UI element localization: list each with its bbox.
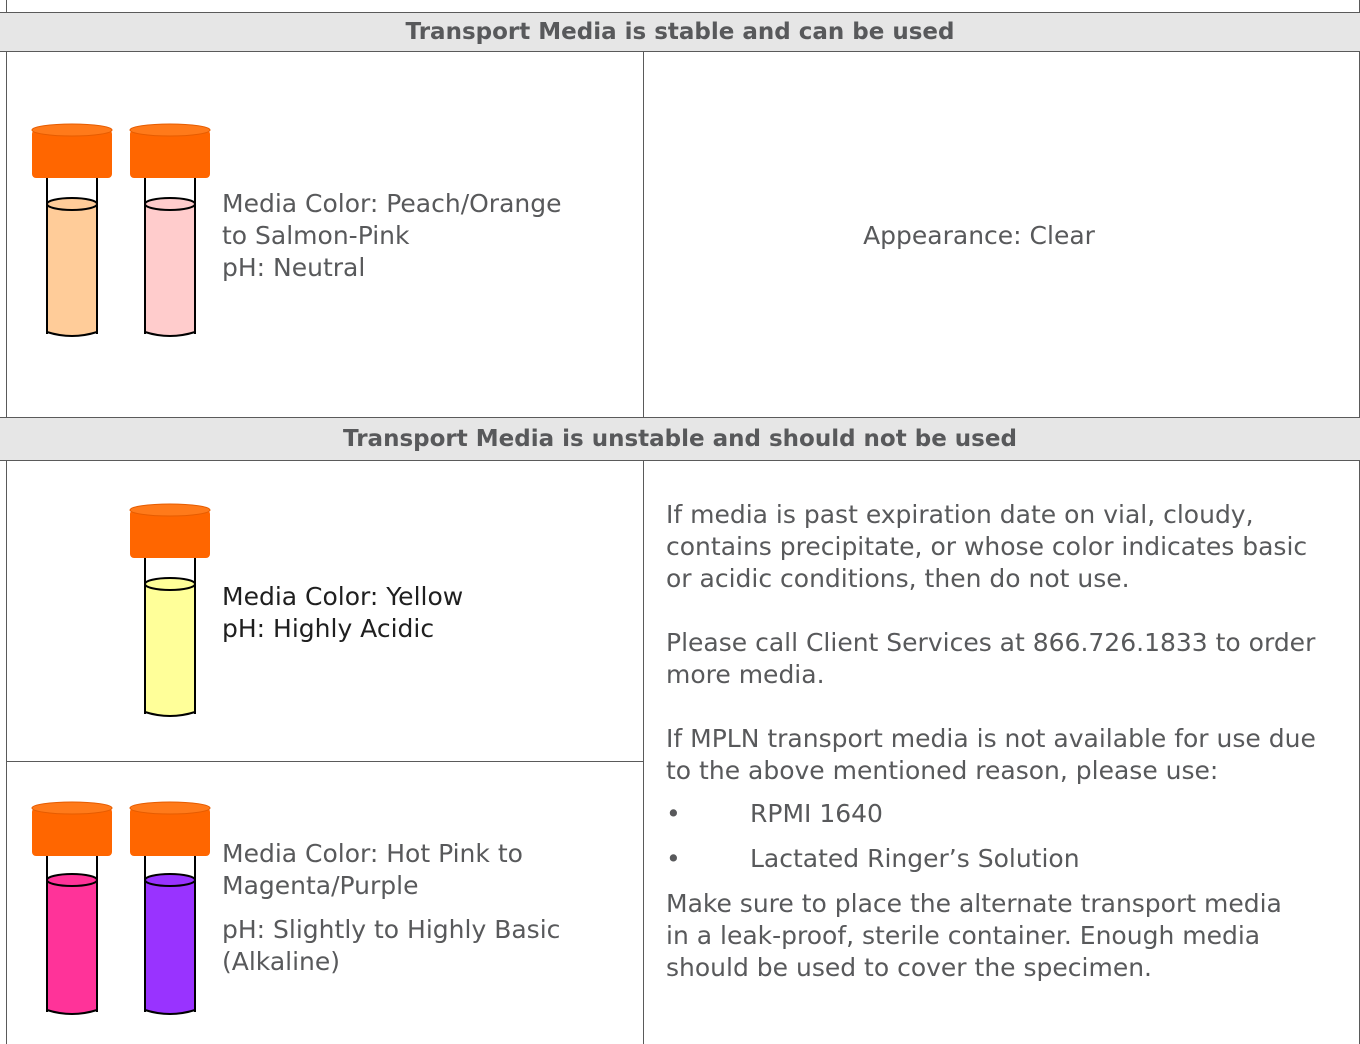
basic-ph-label: pH: Slightly to Highly Basic (Alkaline) xyxy=(222,915,561,976)
basic-media-label: Media Color: Hot Pink to Magenta/Purple xyxy=(222,839,523,900)
stable-header: Transport Media is stable and can be use… xyxy=(0,12,1360,52)
acidic-basic-divider xyxy=(6,761,643,762)
unstable-header: Transport Media is unstable and should n… xyxy=(0,417,1360,461)
instructions-paragraph-1: If media is past expiration date on vial… xyxy=(666,500,1308,593)
table-left-border xyxy=(6,0,7,1044)
instructions-paragraph-3: If MPLN transport media is not available… xyxy=(666,724,1316,785)
acidic-media-label: Media Color: Yellow pH: Highly Acidic xyxy=(222,582,464,643)
vial-yellow-icon xyxy=(129,503,211,717)
vial-salmon-icon xyxy=(129,123,211,337)
bullet-icon: • xyxy=(666,799,681,828)
bullet-item-lactated-ringers: • Lactated Ringer’s Solution xyxy=(666,844,1080,873)
stable-media-label: Media Color: Peach/Orange to Salmon-Pink… xyxy=(222,189,562,282)
bullet-icon: • xyxy=(666,844,681,873)
media-stability-table: Transport Media is stable and can be use… xyxy=(0,0,1360,1044)
vial-fill xyxy=(46,203,98,337)
unstable-row-divider xyxy=(643,461,644,1044)
instructions-paragraph-4: Make sure to place the alternate transpo… xyxy=(666,889,1282,982)
vial-peach-icon xyxy=(31,123,113,337)
stable-header-text: Transport Media is stable and can be use… xyxy=(405,19,955,45)
unstable-header-text: Transport Media is unstable and should n… xyxy=(343,426,1017,452)
appearance-label: Appearance: Clear xyxy=(863,221,1095,250)
instructions-paragraph-2: Please call Client Services at 866.726.1… xyxy=(666,628,1316,689)
vial-hot-pink-icon xyxy=(31,801,113,1015)
bullet-item-rpmi: • RPMI 1640 xyxy=(666,799,883,828)
vial-purple-icon xyxy=(129,801,211,1015)
